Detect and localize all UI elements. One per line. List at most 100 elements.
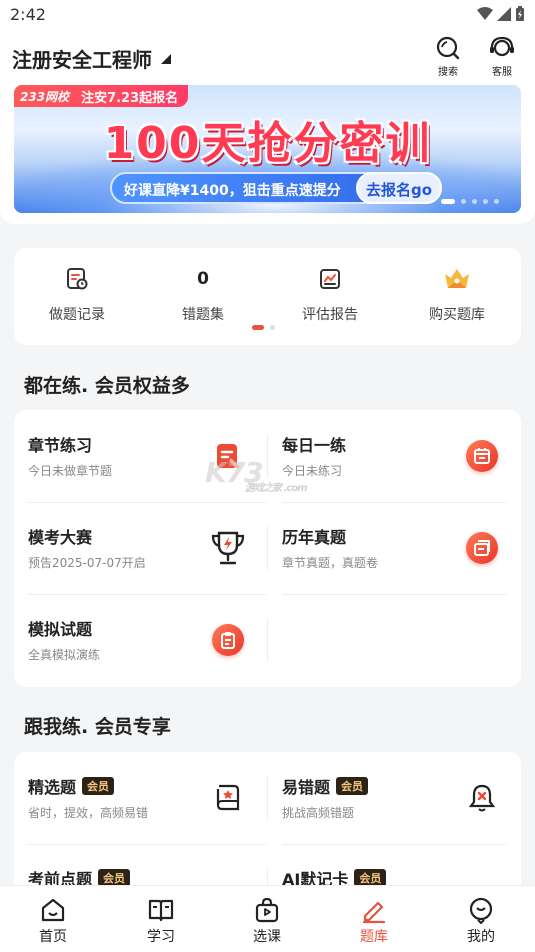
dropdown-triangle-icon [161,53,171,64]
banner-subline: 好课直降¥1400，狙击重点速提分 [124,183,341,199]
page-title: 注册安全工程师 [12,48,152,72]
pagination-dot [483,199,488,204]
mistake-count: 0 [197,269,209,289]
watermark: K73 游戏之家 .com [205,456,307,494]
home-icon [41,898,65,922]
item-title: 历年真题 [282,528,347,547]
item-desc: 预告2025-07-07开启 [28,556,146,570]
signal-icon [497,7,511,21]
search-label: 搜索 [438,67,458,78]
practice-item-contest[interactable]: 模考大赛 预告2025-07-07开启 [14,502,252,594]
tab-label: 学习 [147,929,175,945]
divider [267,618,268,662]
book-icon [148,899,174,922]
item-title: 模拟试题 [28,620,93,639]
trophy-icon [211,531,245,565]
banner-cta-button[interactable]: 去报名go [356,172,442,204]
divider [28,502,266,503]
pagination-dot [270,325,275,330]
banner-tag: 233网校 注安7.23起报名 [14,85,189,107]
tab-courses[interactable]: 选课 [237,896,297,946]
item-title: 模考大赛 [28,528,93,547]
item-desc: 挑战高频错题 [282,806,355,820]
tab-label: 选课 [253,929,281,945]
pagination-dot [494,199,499,204]
quick-item-buy[interactable]: 购买题库 [394,266,520,324]
tab-label: 题库 [360,929,388,945]
divider [267,776,268,820]
tab-questions[interactable]: 题库 [344,896,404,946]
star-doc-icon [216,784,240,811]
quick-actions: 做题记录 0 错题集 评估报告 购买题库 [14,248,521,345]
practice-item-mock[interactable]: 模拟试题 全真模拟演练 [14,594,252,686]
bell-x-icon [468,784,496,812]
tab-home[interactable]: 首页 [23,896,83,946]
system-icons [477,6,525,22]
divider [28,844,266,845]
vip-item-selected[interactable]: 精选题 会员 省时，提效，高频易错 [14,752,252,844]
banner-tag-text: 注安7.23起报名 [81,90,179,106]
divider [282,594,507,595]
divider [282,844,507,845]
item-desc: 省时，提效，高频易错 [28,806,149,820]
banner-promo-pill: 好课直降¥1400，狙击重点速提分 去报名go [110,172,442,204]
pagination-dot [252,325,264,330]
item-title: 精选题 [28,778,77,797]
tab-profile[interactable]: 我的 [451,896,511,946]
banner-headline: 100天抢分密训 [103,118,432,169]
item-title: 易错题 [282,778,331,797]
practice-card: 章节练习 今日未做章节题 每日一练 今日未练习 模考大赛 预告2025-07-0… [14,410,521,687]
item-desc: 全真模拟演练 [28,648,101,662]
vip-badge: 会员 [336,777,369,795]
promo-banner[interactable]: 233网校 注安7.23起报名 100天抢分密训 好课直降¥1400，狙击重点速… [14,85,521,213]
quick-label: 错题集 [182,307,224,323]
pen-icon [362,901,386,924]
search-icon [436,36,460,60]
divider [267,526,268,570]
section-title-vip: 跟我练. 会员专享 [24,716,171,738]
quick-item-mistakes[interactable]: 0 错题集 [140,266,266,324]
vip-item-errorprone[interactable]: 易错题 会员 挑战高频错题 [268,752,506,844]
pagination-dot [461,199,466,204]
practice-item-history[interactable]: 历年真题 章节真题，真题卷 [268,502,506,594]
quick-item-records[interactable]: 做题记录 [14,266,140,324]
exam-selector[interactable]: 注册安全工程师 [12,44,172,73]
headset-icon [490,36,514,57]
clipboard-icon [221,632,235,649]
item-title: 每日一练 [282,436,347,455]
record-icon [67,268,88,290]
service-label: 客服 [492,67,512,78]
pagination-dot [441,199,455,204]
battery-icon [516,6,524,21]
watermark-sub: 游戏之家 .com [245,483,307,494]
profile-icon [469,897,493,924]
tab-study[interactable]: 学习 [131,896,191,946]
divider [282,502,507,503]
tab-label: 我的 [467,929,495,945]
item-desc: 今日未做章节题 [28,464,113,478]
item-title: 章节练习 [28,436,93,455]
quick-pagination [252,325,275,330]
quick-item-report[interactable]: 评估报告 [267,266,393,324]
item-desc: 章节真题，真题卷 [282,556,379,570]
divider [28,594,266,595]
crown-icon [445,269,469,288]
quick-label: 购买题库 [429,307,485,323]
header: 注册安全工程师 搜索 客服 233网校 注安7.23起报名 100天抢分密训 好… [0,32,535,224]
report-icon [320,269,340,289]
tab-label: 首页 [39,929,67,945]
banner-pagination [441,199,499,204]
search-button[interactable]: 搜索 [426,35,470,78]
wifi-icon [477,7,493,20]
calendar-icon [474,448,490,464]
service-button[interactable]: 客服 [480,35,524,78]
bottom-tabbar: 首页 学习 选课 题库 我的 [0,885,535,952]
vip-badge: 会员 [82,777,115,795]
status-bar: 2:42 [0,0,535,32]
history-icon [474,540,490,556]
brand-logo: 233网校 [20,89,70,104]
quick-label: 评估报告 [302,307,358,323]
bag-icon [255,897,279,923]
pagination-dot [472,199,477,204]
status-time: 2:42 [10,5,46,24]
